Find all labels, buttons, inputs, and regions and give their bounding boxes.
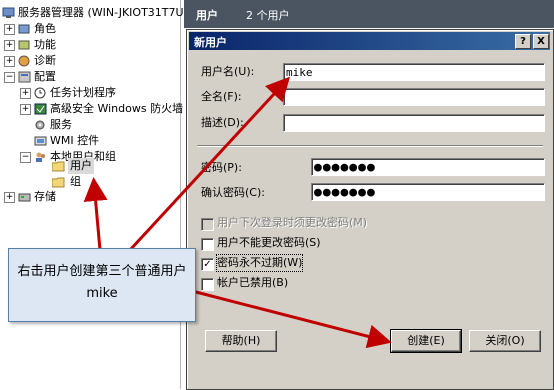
dialog-title: 新用户 [194,36,227,49]
tree-item-label: 存储 [34,190,56,203]
tree-item-label: 角色 [34,22,56,35]
navigation-tree: 服务器管理器 (WIN-JKIOT31T7U + 角色 + 功能 + 诊断 − … [0,0,184,389]
tree-item-label: 用户 [68,158,94,174]
account-disabled-checkbox[interactable] [201,278,214,291]
users-icon [34,151,47,163]
password-field[interactable]: ●●●●●●● [311,158,545,176]
must-change-password-checkbox[interactable] [201,218,214,231]
cannot-change-password-label: 用户不能更改密码(S) [217,236,321,249]
collapse-icon[interactable]: − [20,152,31,163]
create-button[interactable]: 创建(E) [390,329,462,353]
tree-item-label: 组 [70,175,81,188]
callout-text: 右击用户创建第三个普通用户mike [17,264,187,301]
tree-item-label: WMI 控件 [50,134,100,147]
close-button[interactable]: 关闭(O) [469,330,541,352]
firewall-icon [34,103,47,115]
expand-icon[interactable]: + [4,192,15,203]
users-header: 用户 2 个用户 [184,0,554,28]
wmi-icon [34,135,47,147]
features-icon [18,39,31,51]
cannot-change-password-checkbox[interactable] [201,238,214,251]
folder-icon [51,176,65,188]
confirm-password-label: 确认密码(C): [201,186,265,199]
password-label: 密码(P): [201,161,242,174]
tree-item-label: 配置 [34,70,56,83]
fullname-field[interactable] [283,88,545,106]
dialog-title-bar[interactable]: 新用户 ? X [189,32,550,50]
new-user-dialog: 新用户 ? X 用户名(U): mike 全名(F): 描述(D): 密码(P)… [186,29,554,390]
username-label: 用户名(U): [201,65,255,78]
fullname-label: 全名(F): [201,90,242,103]
password-never-expires-checkbox[interactable]: ✓ [201,258,214,271]
expand-icon[interactable]: + [4,56,15,67]
diagnostics-icon [18,55,31,67]
expand-icon[interactable]: + [20,104,31,115]
server-manager-icon [2,7,15,19]
instruction-callout: 右击用户创建第三个普通用户mike [8,248,196,322]
description-field[interactable] [283,114,545,132]
configuration-icon [18,71,31,83]
help-button[interactable]: 帮助(H) [205,330,277,352]
tree-item-label: 任务计划程序 [50,86,116,99]
password-never-expires-label: 密码永不过期(W) [215,254,304,272]
clock-icon [34,87,47,99]
expand-icon[interactable]: + [4,40,15,51]
expand-icon[interactable]: + [4,24,15,35]
close-icon[interactable]: X [533,34,549,49]
header-count: 2 个用户 [246,9,290,22]
description-label: 描述(D): [201,116,244,129]
folder-icon [51,160,65,172]
tree-item-label: 诊断 [34,54,56,67]
divider [197,145,543,147]
account-disabled-label: 帐户已禁用(B) [217,276,289,289]
tree-item-label: 高级安全 Windows 防火墙 [50,102,184,115]
tree-root-label: 服务器管理器 (WIN-JKIOT31T7U [18,6,184,19]
username-field[interactable]: mike [283,63,545,81]
tree-item-label: 功能 [34,38,56,51]
must-change-password-label: 用户下次登录时须更改密码(M) [217,216,368,229]
header-title: 用户 [196,9,218,22]
roles-icon [18,23,31,35]
storage-icon [18,191,31,203]
gear-icon [34,119,47,131]
help-icon[interactable]: ? [515,34,531,49]
tree-item-label: 服务 [50,118,72,131]
expand-icon[interactable]: + [20,88,31,99]
confirm-password-field[interactable]: ●●●●●●● [311,183,545,201]
collapse-icon[interactable]: − [4,72,15,83]
